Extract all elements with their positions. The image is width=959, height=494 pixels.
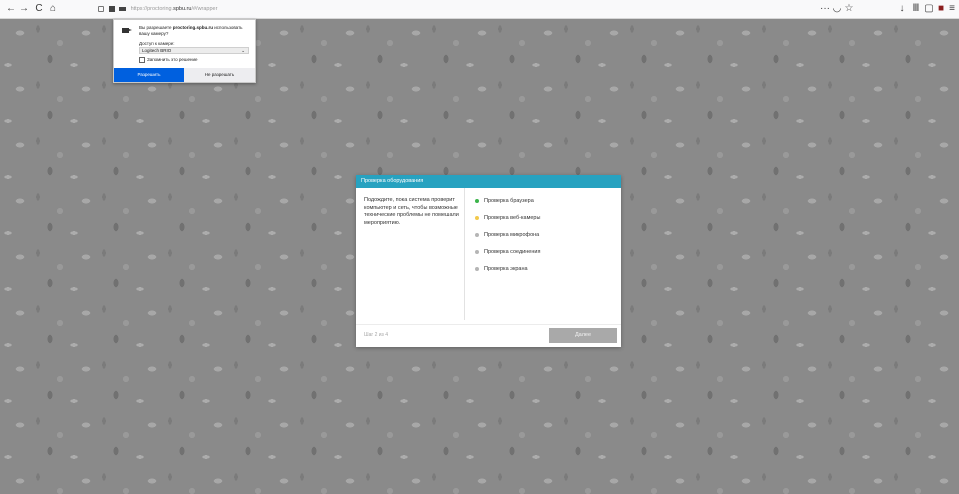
check-webcam: Проверка веб-камеры — [475, 213, 540, 230]
checks-list: Проверка браузера Проверка веб-камеры Пр… — [475, 196, 540, 281]
step-indicator: Шаг 2 из 4 — [364, 332, 389, 338]
camera-access-label: Доступ к камере: — [139, 41, 175, 46]
browser-toolbar: ← → C ⌂ https://proctoring.spbu.ru/#/wra… — [0, 0, 959, 19]
equipment-check-dialog: Проверка оборудования Подождите, пока си… — [356, 175, 621, 347]
menu-icon[interactable]: ≡ — [945, 2, 959, 16]
camera-icon — [122, 28, 132, 33]
camera-permission-icon[interactable] — [119, 6, 127, 11]
camera-select[interactable]: Logitech BRIO ⌄ — [139, 47, 249, 54]
back-icon[interactable]: ← — [4, 2, 18, 16]
url-host: spbu.ru — [173, 6, 192, 12]
camera-select-value: Logitech BRIO — [142, 48, 172, 53]
check-label: Проверка веб-камеры — [484, 215, 541, 221]
forward-icon[interactable]: → — [17, 2, 31, 16]
reload-icon[interactable]: C — [32, 2, 46, 16]
check-label: Проверка браузера — [484, 198, 534, 204]
allow-button[interactable]: Разрешить — [114, 68, 184, 82]
check-screen: Проверка экрана — [475, 264, 540, 281]
check-microphone: Проверка микрофона — [475, 230, 540, 247]
status-dot-icon — [475, 216, 479, 220]
dialog-title: Проверка оборудования — [356, 175, 621, 188]
library-icon[interactable]: Ⅲ — [909, 2, 923, 16]
check-connection: Проверка соединения — [475, 247, 540, 264]
camera-permission-popup: Вы разрешаете proctoring.spbu.ru использ… — [113, 19, 256, 83]
status-dot-icon — [475, 267, 479, 271]
url-bar[interactable]: https://proctoring.spbu.ru/#/wrapper — [98, 3, 798, 16]
dialog-description: Подождите, пока система проверит компьют… — [364, 197, 459, 226]
divider — [464, 188, 465, 320]
status-dot-icon — [475, 199, 479, 203]
permission-question: Вы разрешаете proctoring.spbu.ru использ… — [139, 25, 249, 37]
lock-icon — [108, 5, 115, 12]
deny-button[interactable]: Не разрешать — [184, 68, 255, 82]
remember-checkbox[interactable]: Запомнить это решение — [139, 57, 198, 63]
status-dot-icon — [475, 250, 479, 254]
remember-label: Запомнить это решение — [147, 57, 198, 63]
check-browser: Проверка браузера — [475, 196, 540, 213]
dialog-footer: Шаг 2 из 4 Далее — [356, 324, 621, 347]
check-label: Проверка экрана — [484, 266, 528, 272]
star-icon[interactable]: ☆ — [842, 2, 856, 16]
home-icon[interactable]: ⌂ — [46, 2, 60, 16]
download-icon[interactable]: ↓ — [895, 2, 909, 16]
check-label: Проверка соединения — [484, 249, 541, 255]
question-text: Вы разрешаете — [139, 25, 173, 30]
checkbox-icon[interactable] — [139, 57, 145, 63]
url-path: /#/wrapper — [191, 6, 218, 12]
shield-icon — [98, 5, 104, 12]
chevron-down-icon: ⌄ — [241, 48, 245, 53]
check-label: Проверка микрофона — [484, 232, 540, 238]
question-host: proctoring.spbu.ru — [172, 25, 213, 30]
url-prefix: https://proctoring. — [130, 6, 174, 12]
status-dot-icon — [475, 233, 479, 237]
next-button[interactable]: Далее — [549, 328, 617, 343]
